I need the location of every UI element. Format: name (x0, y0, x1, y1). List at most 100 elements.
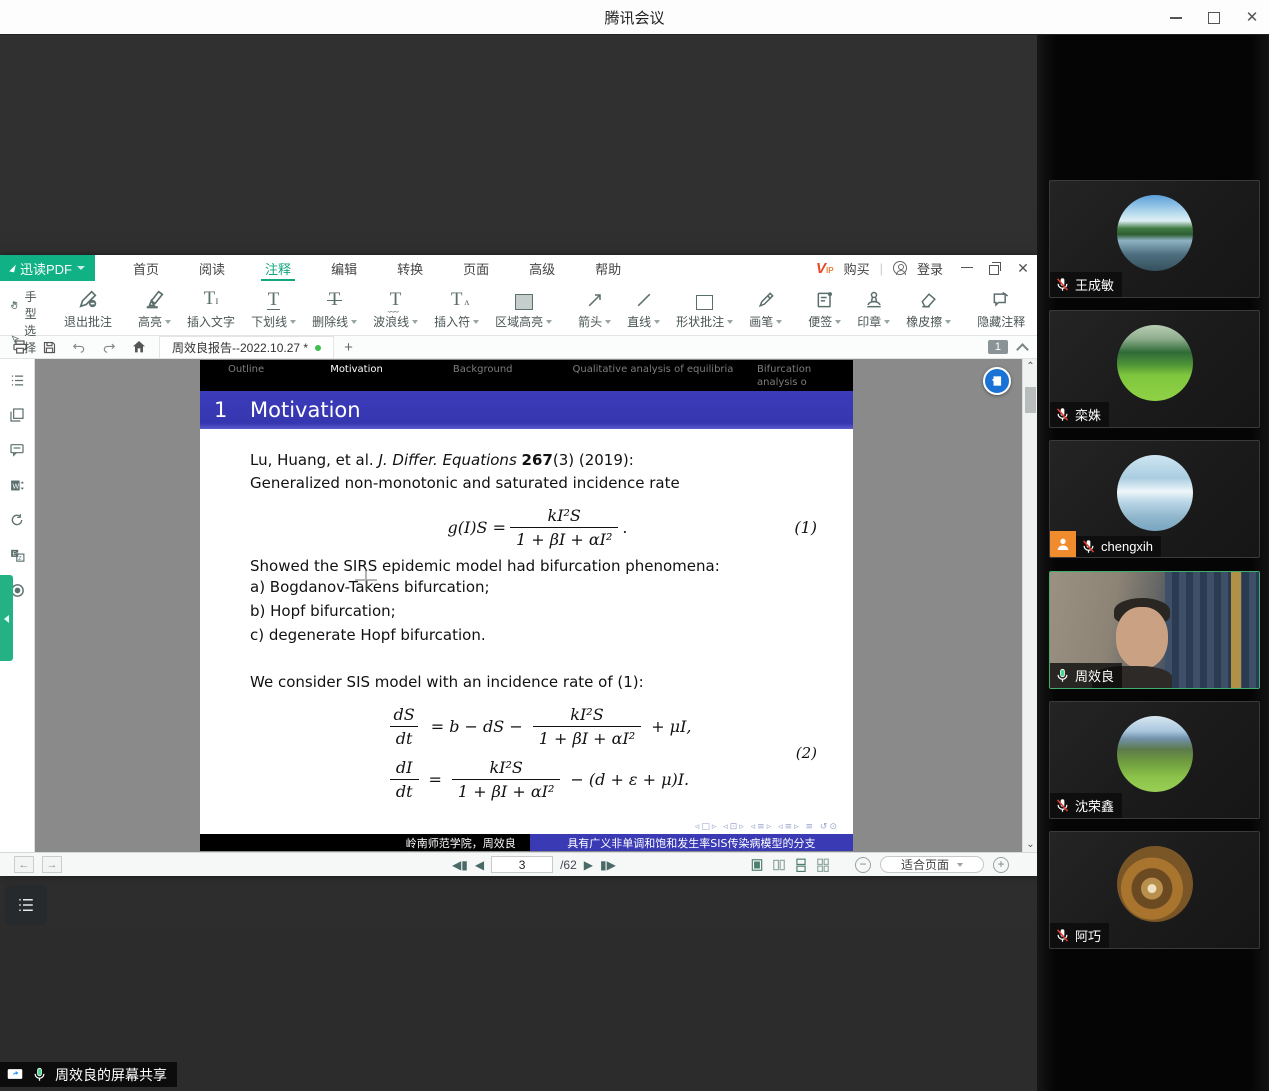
dropdown-caret-icon (654, 320, 660, 324)
exit-annotation-button[interactable]: 退出批注 (57, 285, 119, 333)
login-button[interactable]: 登录 (917, 259, 943, 278)
hide-annotations-button[interactable]: 隐藏注释 (970, 285, 1032, 333)
tab-advanced[interactable]: 高级 (509, 255, 575, 281)
strikethrough-tool[interactable]: T 删除线 (305, 285, 364, 333)
dropdown-caret-icon (605, 320, 611, 324)
tab-annotate[interactable]: 注释 (245, 255, 311, 281)
new-tab-button[interactable]: + (334, 336, 363, 358)
close-icon[interactable]: ✕ (1245, 11, 1259, 25)
person-video (1116, 607, 1168, 669)
document-tab[interactable]: 周效良报告--2022.10.27 * (159, 336, 334, 358)
page-count-badge: 1 (988, 340, 1008, 354)
floating-list-button[interactable] (5, 885, 47, 925)
scroll-down-icon[interactable]: ⌄ (1023, 837, 1037, 852)
pdf-menubar: 迅读PDF 首页 阅读 注释 编辑 转换 页面 高级 帮助 VIP 购买 | 登… (0, 255, 1037, 281)
collapse-toolbar-icon[interactable] (1016, 343, 1029, 356)
scroll-up-icon[interactable]: ⌃ (1023, 359, 1037, 374)
slide-nav-outline[interactable]: Outline (228, 364, 264, 389)
outline-panel-icon[interactable] (8, 371, 26, 389)
participant-tile-speaking[interactable]: 周效良 (1049, 571, 1260, 689)
participant-name-tag: 沈荣鑫 (1050, 793, 1122, 818)
dropdown-caret-icon (835, 320, 841, 324)
convert-icon[interactable] (8, 511, 26, 529)
print-icon[interactable] (12, 339, 28, 355)
pdf-close-icon[interactable]: ✕ (1017, 262, 1029, 274)
highlight-tool[interactable]: 高亮 (131, 285, 178, 333)
pdf-restore-icon[interactable] (989, 262, 1001, 274)
undo-icon[interactable] (71, 340, 87, 354)
page-number-input[interactable] (491, 856, 553, 873)
tab-home[interactable]: 首页 (113, 255, 179, 281)
convert-fab-button[interactable]: W (983, 367, 1011, 395)
pdf-content-area: W EnZ Outline Motivation Background Qual… (0, 359, 1037, 852)
slide-nav-qualitative[interactable]: Qualitative analysis of equilibria (573, 364, 734, 389)
zoom-fit-select[interactable]: 适合页面 (880, 856, 984, 873)
hand-tool[interactable]: 手型 (10, 288, 41, 322)
scrollbar-thumb[interactable] (1025, 387, 1036, 413)
participant-tile[interactable]: 王成敏 (1049, 180, 1260, 298)
tab-help[interactable]: 帮助 (575, 255, 641, 281)
participant-tile[interactable]: chengxih (1049, 440, 1260, 558)
next-page-icon[interactable]: ▶ (584, 858, 593, 872)
avatar (1117, 846, 1193, 922)
redo-icon[interactable] (101, 340, 117, 354)
single-page-icon[interactable] (750, 858, 764, 872)
sticky-note-icon (815, 290, 835, 310)
scroll-view-icon[interactable] (794, 858, 808, 872)
participant-tile[interactable]: 沈荣鑫 (1049, 701, 1260, 819)
maximize-icon[interactable] (1207, 11, 1221, 25)
eraser-tool[interactable]: 橡皮擦 (899, 285, 958, 333)
note-tool[interactable]: 便签 (801, 285, 848, 333)
active-mic-icon (32, 1066, 47, 1083)
thumbnails-panel-icon[interactable] (8, 406, 26, 424)
minimize-icon[interactable] (1169, 11, 1183, 25)
pdf-logo[interactable]: 迅读PDF (0, 255, 95, 281)
buy-button[interactable]: 购买 (844, 259, 870, 278)
two-column-scroll-icon[interactable] (816, 858, 830, 872)
save-icon[interactable] (42, 340, 57, 355)
participant-tile[interactable]: 阿巧 (1049, 831, 1260, 949)
participant-tile[interactable]: 栾姝 (1049, 310, 1260, 428)
rectangle-icon (696, 295, 713, 310)
comments-panel-icon[interactable] (8, 441, 26, 459)
tab-edit[interactable]: 编辑 (311, 255, 377, 281)
shape-annotation-tool[interactable]: 形状批注 (669, 285, 740, 333)
caret-tool[interactable]: T 插入符 (427, 285, 486, 333)
zoom-out-button[interactable]: − (855, 857, 871, 873)
vertical-scrollbar[interactable]: ⌃ ⌄ (1022, 359, 1037, 852)
export-word-icon[interactable]: W (8, 476, 26, 494)
line-tool[interactable]: 直线 (620, 285, 667, 333)
prev-page-icon[interactable]: ◀ (475, 858, 484, 872)
first-page-icon[interactable]: ◀▮ (452, 858, 468, 872)
slide-footer: 岭南师范学院，周效良 具有广义非单调和饱和发生率SIS传染病模型的分支 (200, 834, 853, 851)
last-page-icon[interactable]: ▮▶ (600, 858, 616, 872)
body-text-2: We consider SIS model with an incidence … (250, 673, 825, 691)
slide-nav-background[interactable]: Background (453, 364, 513, 389)
area-highlight-tool[interactable]: 区域高亮 (488, 285, 559, 333)
two-page-icon[interactable] (772, 858, 786, 872)
pen-tool[interactable]: 画笔 (742, 285, 789, 333)
tab-read[interactable]: 阅读 (179, 255, 245, 281)
underline-tool[interactable]: T 下划线 (244, 285, 303, 333)
stamp-tool[interactable]: 印章 (850, 285, 897, 333)
screen-share-banner: 周效良的屏幕共享 (0, 1062, 177, 1087)
slide-nav-motivation[interactable]: Motivation (330, 364, 383, 389)
tab-page[interactable]: 页面 (443, 255, 509, 281)
panel-expand-flap[interactable] (0, 575, 13, 661)
user-icon (893, 261, 907, 275)
zoom-in-button[interactable]: + (993, 857, 1009, 873)
insert-text-tool[interactable]: Tɪ 插入文字 (180, 285, 242, 333)
slide-nav-bifurcation[interactable]: Bifurcation analysis o (757, 364, 845, 389)
back-view-button[interactable]: ← (14, 856, 34, 873)
translate-icon[interactable]: EnZ (8, 546, 26, 564)
pdf-minimize-icon[interactable] (961, 262, 973, 274)
home-icon[interactable] (131, 339, 147, 355)
forward-view-button[interactable]: → (42, 856, 62, 873)
dropdown-caret-icon (290, 320, 296, 324)
strikethrough-icon: T (329, 290, 341, 310)
squiggly-tool[interactable]: T 波浪线 (366, 285, 425, 333)
reference-line: Lu, Huang, et al. J. Differ. Equations 2… (250, 449, 825, 472)
arrow-tool[interactable]: 箭头 (571, 285, 618, 333)
dropdown-caret-icon (473, 320, 479, 324)
tab-convert[interactable]: 转换 (377, 255, 443, 281)
